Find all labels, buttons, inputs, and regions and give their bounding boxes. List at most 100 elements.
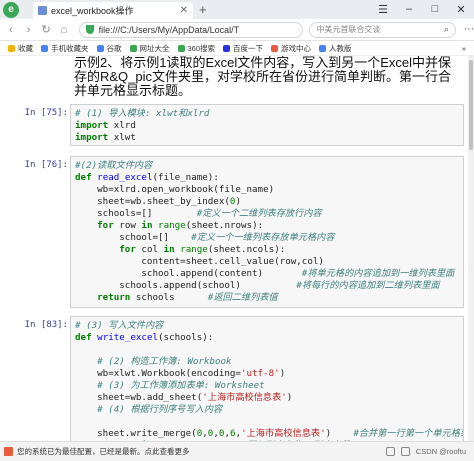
code-token: content=sheet.cell_value(row,col) [75,256,324,267]
code-line: schools=[] #定义一个二维列表存放行内容 [75,208,459,220]
vertical-scrollbar[interactable] [468,56,474,441]
status-bar: 您的系统已为最佳配置，已经是最新。点此查看更多 CSDN @rooftu [0,441,474,461]
code-token: for [97,220,114,231]
browser-logo-icon: e [3,1,19,18]
code-line: # (3) 写入文件内容 [75,320,459,332]
tab-title: excel_workbook操作 [51,6,134,16]
code-token: range [180,244,208,255]
code-token: #(2)读取文件内容 [75,160,153,171]
bookmark-icon [223,44,231,52]
cell-prompt: In [83]: [24,320,68,330]
code-token: for [119,244,136,255]
bookmark-label: 收藏 [18,43,33,53]
bookmarks-more-icon[interactable]: » [462,44,466,53]
bookmark-item[interactable]: 收藏 [8,43,33,54]
code-line: wb=xlwt.Workbook(encoding='utf-8') [75,368,459,380]
code-token: in [163,244,175,255]
code-token: col [135,244,164,255]
code-token: ) [286,392,293,403]
bookmark-item[interactable]: 百度一下 [223,43,263,54]
code-token: write_excel [97,332,159,343]
code-token: read_excel [97,172,153,183]
bookmark-icon [41,44,48,52]
code-token: return [97,292,131,303]
scrollbar-thumb[interactable] [469,60,473,150]
code-token: range [158,220,186,231]
download-icon[interactable] [385,447,395,456]
code-line: school.append(content) #将单元格的内容追加到一维列表里面 [75,268,459,280]
bookmark-item[interactable]: 手机收藏夹 [41,43,89,54]
menu-icon[interactable]: ☰ [370,3,396,16]
forward-icon[interactable]: › [22,24,36,36]
new-tab-icon[interactable]: + [199,2,207,17]
code-cell-2[interactable]: In [76]: #(2)读取文件内容 def read_excel(file_n… [0,156,468,310]
bookmark-item[interactable]: 人教版 [319,43,352,54]
bookmark-icon [271,44,279,52]
refresh-icon[interactable]: ↻ [39,23,53,36]
search-icon[interactable]: ⌕ [444,24,449,35]
bookmark-item[interactable]: 360搜索 [177,43,216,54]
code-token: '上海市高校信息表' [241,428,326,439]
bookmarks-bar: 收藏 手机收藏夹 谷歌 网址大全 360搜索 百度一下 游戏中心 人教版 » [0,41,474,56]
bookmark-item[interactable]: 网址大全 [129,43,170,54]
code-line: def read_excel(file_name): [75,172,459,184]
code-token: school=[] [75,232,192,243]
code-line: # (4) 根据行列序号写入内容 [75,404,459,416]
markdown-cell: 示例2、将示例1读取的Excel文件内容，写入到另一个Excel中并保存的R&Q… [74,56,464,98]
code-line: for col in range(sheet.ncols): [75,244,459,256]
code-line: sheet=wb.sheet_by_index(0) [75,196,459,208]
url-input[interactable]: file:///C:/Users/My/AppData/Local/T [78,21,304,38]
code-token: def [75,172,92,183]
security-shield-icon [85,25,94,34]
status-text[interactable]: 您的系统已为最佳配置，已经是最新。点此查看更多 [17,446,190,457]
code-token: def [75,332,92,343]
bookmark-label: 游戏中心 [281,43,312,53]
maximize-icon[interactable]: □ [422,3,448,16]
bookmark-icon [319,44,327,52]
extensions-icon[interactable]: ⋯ [464,24,474,35]
code-token: #将单元格的内容追加到一维列表里面 [301,268,455,279]
code-input[interactable]: # (3) 写入文件内容 def write_excel(schools): # … [70,316,464,441]
cell-prompt: In [76]: [24,160,68,170]
code-input[interactable]: #(2)读取文件内容 def read_excel(file_name): wb=… [70,156,464,308]
code-line: content=sheet.cell_value(row,col) [75,256,459,268]
code-line: schools.append(school) #将每行的内容追加到二维列表里面 [75,280,459,292]
bookmark-icon [129,44,137,52]
tab-close-icon[interactable]: ✕ [180,5,188,16]
code-cell-3[interactable]: In [83]: # (3) 写入文件内容 def write_excel(sch… [0,316,468,441]
back-icon[interactable]: ‹ [4,24,18,36]
settings-icon[interactable] [400,447,410,456]
bookmark-label: 网址大全 [139,43,170,53]
code-token: xlwt [108,132,136,143]
code-line: # (3) 为工作簿添加表单: Worksheet [75,380,459,392]
code-token: schools=[] [75,208,197,219]
code-token: sheet=wb.add_sheet( [75,392,203,403]
bookmark-label: 360搜索 [187,43,216,53]
code-token: import [75,132,109,143]
notebook-content: 示例2、将示例1读取的Excel文件内容，写入到另一个Excel中并保存的R&Q… [0,56,468,441]
search-input[interactable]: 中美元首联合交谈 ⌕ [309,21,456,38]
code-token: # (2) 构造工作簿: Workbook [97,356,232,367]
bookmark-item[interactable]: 谷歌 [96,43,122,54]
code-line: import xlrd [75,120,459,132]
browser-tab[interactable]: excel_workbook操作 ✕ [33,2,193,19]
window-controls: ☰ – □ ✕ [370,3,474,16]
code-token: in [141,220,153,231]
cell-prompt: In [75]: [24,108,68,118]
close-window-icon[interactable]: ✕ [448,3,474,16]
home-icon[interactable]: ⌂ [57,24,71,36]
code-line: def write_excel(schools): [75,332,459,344]
code-token: #将每行的内容追加到二维列表里面 [296,280,440,291]
code-line: #(2)读取文件内容 [75,160,459,172]
bookmark-item[interactable]: 游戏中心 [271,43,311,54]
minimize-icon[interactable]: – [396,3,422,16]
code-input[interactable]: # (1) 导入模块: xlwt和xlrd import xlrd import x… [70,104,464,146]
code-token: #返回二维列表值 [207,292,278,303]
code-cell-1[interactable]: In [75]: # (1) 导入模块: xlwt和xlrd import xlr… [0,104,468,152]
